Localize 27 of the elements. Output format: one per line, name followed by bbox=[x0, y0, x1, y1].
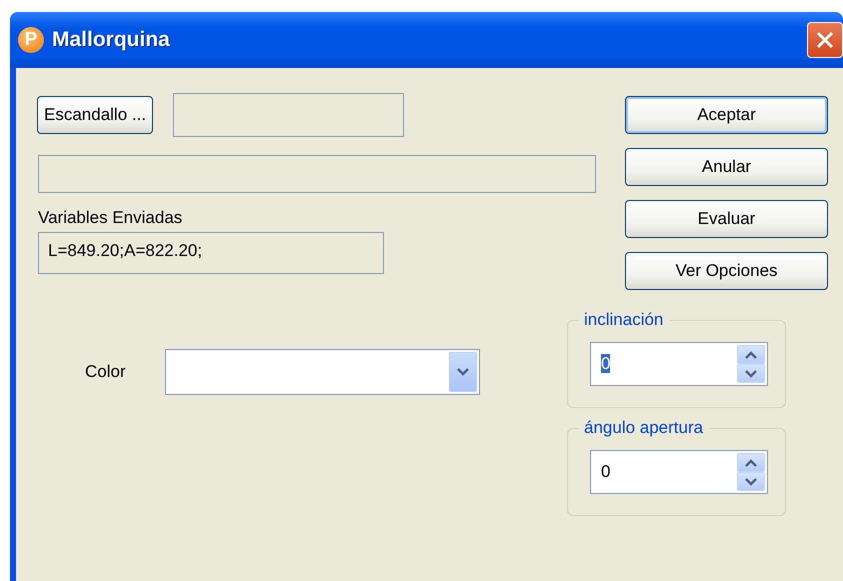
text-field[interactable] bbox=[38, 155, 596, 193]
color-label: Color bbox=[84, 362, 127, 382]
app-icon: P bbox=[18, 27, 44, 53]
chevron-up-icon bbox=[745, 350, 757, 358]
variables-label: Variables Enviadas bbox=[38, 207, 184, 229]
number-field[interactable]: 0 bbox=[590, 342, 768, 386]
spin-down-button[interactable] bbox=[737, 472, 765, 491]
dialog-button[interactable]: Evaluar bbox=[625, 200, 828, 238]
text-field[interactable] bbox=[173, 93, 404, 137]
dialog-button[interactable]: Ver Opciones bbox=[625, 252, 828, 290]
dropdown-button[interactable] bbox=[449, 352, 477, 392]
chevron-up-icon bbox=[745, 458, 757, 466]
window-title: Mallorquina bbox=[52, 28, 171, 52]
number-field[interactable]: 0 bbox=[590, 450, 768, 494]
chevron-down-icon bbox=[745, 370, 757, 378]
close-icon bbox=[815, 30, 835, 50]
chevron-down-icon bbox=[457, 368, 469, 376]
spin-up-button[interactable] bbox=[737, 453, 765, 472]
close-button[interactable] bbox=[807, 22, 843, 58]
dialog-button[interactable]: Anular bbox=[625, 148, 828, 186]
chevron-down-icon bbox=[745, 478, 757, 486]
dialog-button[interactable]: Aceptar bbox=[625, 96, 828, 134]
escandallo-button[interactable]: Escandallo ... bbox=[37, 96, 154, 134]
spin-up-button[interactable] bbox=[737, 345, 765, 364]
variables-field[interactable]: L=849.20;A=822.20; bbox=[38, 232, 384, 274]
color-dropdown[interactable] bbox=[165, 349, 480, 395]
spin-down-button[interactable] bbox=[737, 364, 765, 383]
